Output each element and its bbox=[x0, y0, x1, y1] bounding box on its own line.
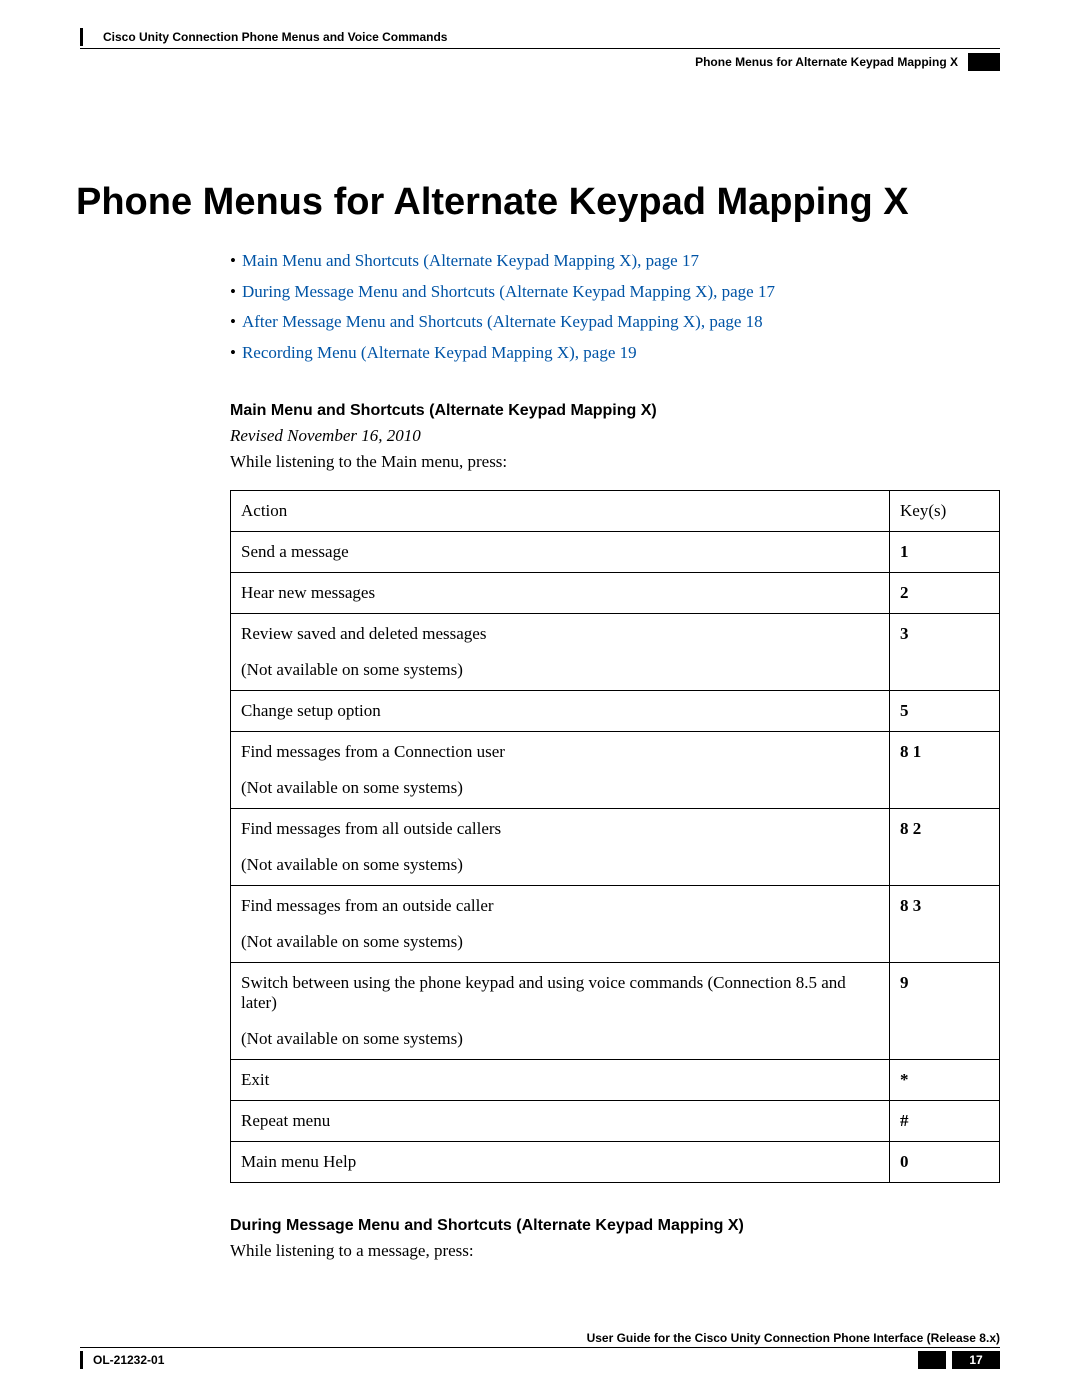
table-row: Review saved and deleted messages (Not av… bbox=[231, 614, 1000, 691]
header-left-text: Cisco Unity Connection Phone Menus and V… bbox=[103, 30, 447, 44]
cell-key: 0 bbox=[890, 1142, 1000, 1183]
table-row: Hear new messages 2 bbox=[231, 573, 1000, 614]
cell-key: # bbox=[890, 1101, 1000, 1142]
action-text: Switch between using the phone keypad an… bbox=[241, 973, 846, 1012]
action-text: Exit bbox=[241, 1070, 269, 1089]
action-text: Repeat menu bbox=[241, 1111, 330, 1130]
page: Cisco Unity Connection Phone Menus and V… bbox=[0, 0, 1080, 1397]
col-key: Key(s) bbox=[890, 491, 1000, 532]
toc-item: •Main Menu and Shortcuts (Alternate Keyp… bbox=[230, 246, 1000, 277]
toc-item: •During Message Menu and Shortcuts (Alte… bbox=[230, 277, 1000, 308]
action-text: Send a message bbox=[241, 542, 349, 561]
cell-key: 8 1 bbox=[890, 732, 1000, 809]
section-intro: While listening to the Main menu, press: bbox=[230, 452, 1000, 472]
cell-action: Send a message bbox=[231, 532, 890, 573]
footer-divider bbox=[80, 1347, 1000, 1348]
table-header-row: Action Key(s) bbox=[231, 491, 1000, 532]
toc-list: •Main Menu and Shortcuts (Alternate Keyp… bbox=[80, 246, 1000, 368]
table-row: Send a message 1 bbox=[231, 532, 1000, 573]
cell-action: Repeat menu bbox=[231, 1101, 890, 1142]
toc-link[interactable]: After Message Menu and Shortcuts (Altern… bbox=[242, 312, 763, 331]
footer-left: OL-21232-01 bbox=[80, 1351, 164, 1369]
cell-action: Main menu Help bbox=[231, 1142, 890, 1183]
cell-action: Find messages from a Connection user (Not… bbox=[231, 732, 890, 809]
header-left: Cisco Unity Connection Phone Menus and V… bbox=[80, 28, 447, 46]
footer-guide-title: User Guide for the Cisco Unity Connectio… bbox=[80, 1331, 1000, 1345]
cell-key: 5 bbox=[890, 691, 1000, 732]
cell-key: 1 bbox=[890, 532, 1000, 573]
chapter-title: Phone Menus for Alternate Keypad Mapping… bbox=[76, 181, 1000, 224]
page-number-box: 17 bbox=[918, 1351, 1000, 1369]
toc-link[interactable]: Main Menu and Shortcuts (Alternate Keypa… bbox=[242, 251, 699, 270]
action-note: (Not available on some systems) bbox=[241, 932, 879, 952]
action-note: (Not available on some systems) bbox=[241, 778, 879, 798]
page-number: 17 bbox=[952, 1351, 1000, 1369]
action-text: Find messages from an outside caller bbox=[241, 896, 494, 915]
shortcut-table: Action Key(s) Send a message1Hear new me… bbox=[230, 490, 1000, 1183]
cell-action: Hear new messages bbox=[231, 573, 890, 614]
footer-rule-icon bbox=[80, 1351, 83, 1369]
running-header: Cisco Unity Connection Phone Menus and V… bbox=[80, 24, 1000, 46]
action-text: Change setup option bbox=[241, 701, 381, 720]
revised-date: Revised November 16, 2010 bbox=[230, 426, 1000, 446]
header-block-icon bbox=[968, 53, 1000, 71]
footer-doc-id: OL-21232-01 bbox=[93, 1353, 164, 1367]
header-rule-icon bbox=[80, 28, 83, 46]
section-main-menu: Main Menu and Shortcuts (Alternate Keypa… bbox=[230, 402, 1000, 1261]
table-row: Find messages from a Connection user (Not… bbox=[231, 732, 1000, 809]
action-text: Review saved and deleted messages bbox=[241, 624, 486, 643]
cell-action: Exit bbox=[231, 1060, 890, 1101]
table-row: Exit * bbox=[231, 1060, 1000, 1101]
cell-key: 8 3 bbox=[890, 886, 1000, 963]
table-row: Change setup option 5 bbox=[231, 691, 1000, 732]
cell-key: 8 2 bbox=[890, 809, 1000, 886]
table-row: Repeat menu # bbox=[231, 1101, 1000, 1142]
table-row: Find messages from an outside caller (Not… bbox=[231, 886, 1000, 963]
header-right: Phone Menus for Alternate Keypad Mapping… bbox=[695, 53, 1000, 71]
cell-action: Find messages from an outside caller (Not… bbox=[231, 886, 890, 963]
header-right-text: Phone Menus for Alternate Keypad Mapping… bbox=[695, 55, 958, 69]
action-text: Hear new messages bbox=[241, 583, 375, 602]
cell-key: 3 bbox=[890, 614, 1000, 691]
action-text: Find messages from all outside callers bbox=[241, 819, 501, 838]
cell-key: 2 bbox=[890, 573, 1000, 614]
cell-action: Review saved and deleted messages (Not av… bbox=[231, 614, 890, 691]
toc-item: •After Message Menu and Shortcuts (Alter… bbox=[230, 307, 1000, 338]
action-note: (Not available on some systems) bbox=[241, 855, 879, 875]
section-heading: Main Menu and Shortcuts (Alternate Keypa… bbox=[230, 402, 1000, 420]
cell-action: Change setup option bbox=[231, 691, 890, 732]
action-text: Find messages from a Connection user bbox=[241, 742, 505, 761]
table-row: Switch between using the phone keypad an… bbox=[231, 963, 1000, 1060]
cell-action: Switch between using the phone keypad an… bbox=[231, 963, 890, 1060]
action-note: (Not available on some systems) bbox=[241, 660, 879, 680]
action-text: Main menu Help bbox=[241, 1152, 356, 1171]
cell-key: * bbox=[890, 1060, 1000, 1101]
section-intro: While listening to a message, press: bbox=[230, 1241, 1000, 1261]
action-note: (Not available on some systems) bbox=[241, 1029, 879, 1049]
section-heading: During Message Menu and Shortcuts (Alter… bbox=[230, 1217, 1000, 1235]
cell-key: 9 bbox=[890, 963, 1000, 1060]
footer-block-icon bbox=[918, 1351, 946, 1369]
table-row: Main menu Help 0 bbox=[231, 1142, 1000, 1183]
table-row: Find messages from all outside callers (N… bbox=[231, 809, 1000, 886]
col-action: Action bbox=[231, 491, 890, 532]
page-footer: User Guide for the Cisco Unity Connectio… bbox=[80, 1331, 1000, 1369]
toc-link[interactable]: Recording Menu (Alternate Keypad Mapping… bbox=[242, 343, 637, 362]
cell-action: Find messages from all outside callers (N… bbox=[231, 809, 890, 886]
toc-link[interactable]: During Message Menu and Shortcuts (Alter… bbox=[242, 282, 775, 301]
toc-item: •Recording Menu (Alternate Keypad Mappin… bbox=[230, 338, 1000, 369]
